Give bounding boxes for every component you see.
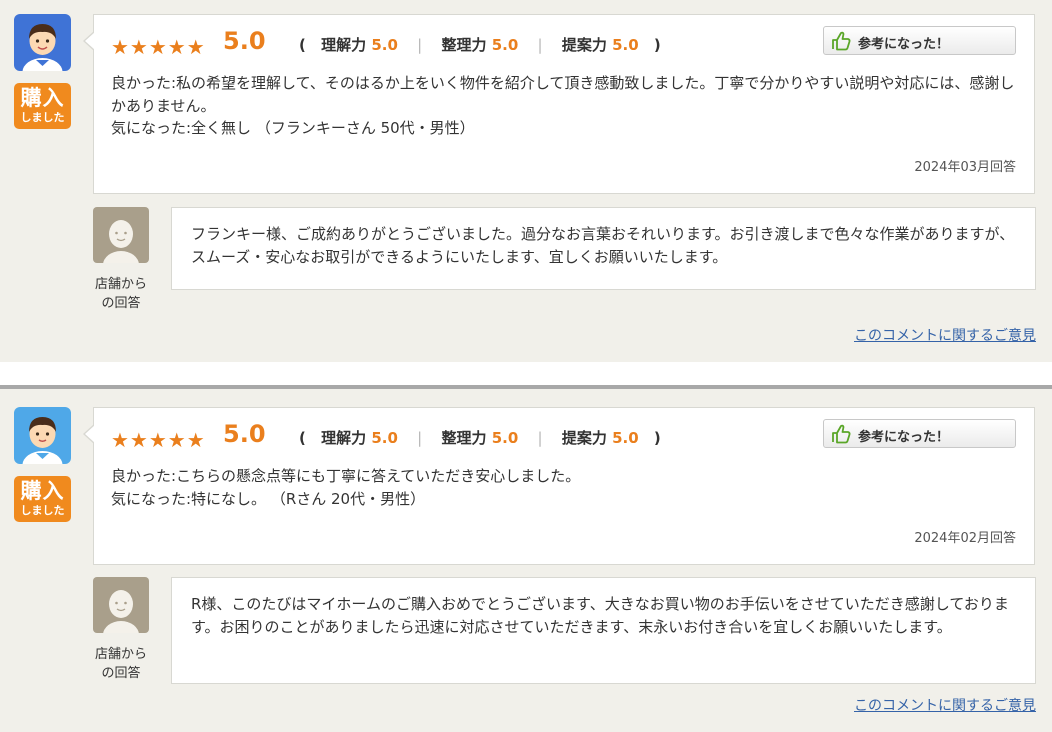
review-card: ★★★★★ 5.0 ( 理解力 5.0 | 整理力 5.0 | 提案力 5.0 …	[83, 14, 1035, 194]
user-avatar-icon	[14, 407, 71, 464]
total-score: 5.0	[223, 27, 266, 55]
proposal-score: 5.0	[612, 36, 639, 54]
shop-label-line2: の回答	[101, 296, 141, 311]
badge-main: 購入	[20, 86, 65, 110]
concerns-text: 気になった:特になし。 （Rさん 20代・男性）	[111, 489, 426, 508]
comment-opinion-link[interactable]: このコメントに関するご意見	[854, 325, 1036, 345]
organization-label: 整理力	[441, 429, 487, 447]
comment-opinion-link[interactable]: このコメントに関するご意見	[854, 695, 1036, 715]
concerns-text: 気になった:全く無し （フランキーさん 50代・男性）	[111, 119, 475, 137]
shop-staff-avatar-icon	[93, 577, 149, 633]
star-rating: ★★★★★	[111, 35, 206, 59]
helpful-button[interactable]: 参考になった！	[823, 419, 1016, 448]
review-date: 2024年03月回答	[914, 160, 1016, 175]
review-body: 良かった:こちらの懸念点等にも丁寧に答えていただき安心しました。 気になった:特…	[111, 465, 1016, 510]
user-avatar-icon	[14, 14, 71, 71]
proposal-score: 5.0	[612, 429, 639, 447]
understanding-score: 5.0	[371, 36, 398, 54]
score-breakdown: ( 理解力 5.0 | 整理力 5.0 | 提案力 5.0 )	[299, 36, 661, 54]
helpful-hand-icon	[830, 424, 852, 448]
shop-label-line1: 店舗から	[94, 647, 147, 662]
purchased-badge: 購入 しました	[14, 476, 71, 522]
shop-reply: フランキー様、ご成約ありがとうございました。過分なお言葉おそれいります。お引き渡…	[171, 207, 1036, 290]
understanding-score: 5.0	[371, 429, 398, 447]
review-item: 購入 しました ★★★★★ 5.0 ( 理解力 5.0 | 整理力 5.0 | …	[0, 389, 1052, 732]
review-card: ★★★★★ 5.0 ( 理解力 5.0 | 整理力 5.0 | 提案力 5.0 …	[83, 407, 1035, 565]
shop-label-line2: の回答	[101, 666, 141, 681]
organization-label: 整理力	[441, 36, 487, 54]
review-item: 購入 しました ★★★★★ 5.0 ( 理解力 5.0 | 整理力 5.0 | …	[0, 0, 1052, 362]
shop-reply-label: 店舗から の回答	[86, 645, 156, 683]
score-breakdown: ( 理解力 5.0 | 整理力 5.0 | 提案力 5.0 )	[299, 429, 661, 447]
helpful-label: 参考になった！	[858, 430, 950, 445]
proposal-label: 提案力	[561, 36, 607, 54]
shop-reply: R様、このたびはマイホームのご購入おめでとうございます、大きなお買い物のお手伝い…	[171, 577, 1036, 684]
helpful-button[interactable]: 参考になった！	[823, 26, 1016, 55]
badge-sub: しました	[20, 504, 65, 517]
organization-score: 5.0	[491, 36, 519, 54]
good-points-text: 良かった:私の希望を理解して、そのはるか上をいく物件を紹介して頂き感動致しました…	[111, 74, 1015, 115]
understanding-label: 理解力	[321, 36, 367, 54]
badge-sub: しました	[20, 111, 65, 124]
shop-reply-label: 店舗から の回答	[86, 275, 156, 313]
review-body: 良かった:私の希望を理解して、そのはるか上をいく物件を紹介して頂き感動致しました…	[111, 72, 1016, 140]
helpful-label: 参考になった！	[858, 37, 950, 52]
good-points-text: 良かった:こちらの懸念点等にも丁寧に答えていただき安心しました。	[111, 467, 581, 485]
understanding-label: 理解力	[321, 429, 367, 447]
organization-score: 5.0	[491, 429, 519, 447]
proposal-label: 提案力	[561, 429, 607, 447]
purchased-badge: 購入 しました	[14, 83, 71, 129]
total-score: 5.0	[223, 420, 266, 448]
badge-main: 購入	[20, 479, 65, 503]
star-rating: ★★★★★	[111, 428, 206, 452]
review-date: 2024年02月回答	[914, 531, 1016, 546]
shop-label-line1: 店舗から	[94, 277, 147, 292]
shop-staff-avatar-icon	[93, 207, 149, 263]
helpful-hand-icon	[830, 31, 852, 55]
